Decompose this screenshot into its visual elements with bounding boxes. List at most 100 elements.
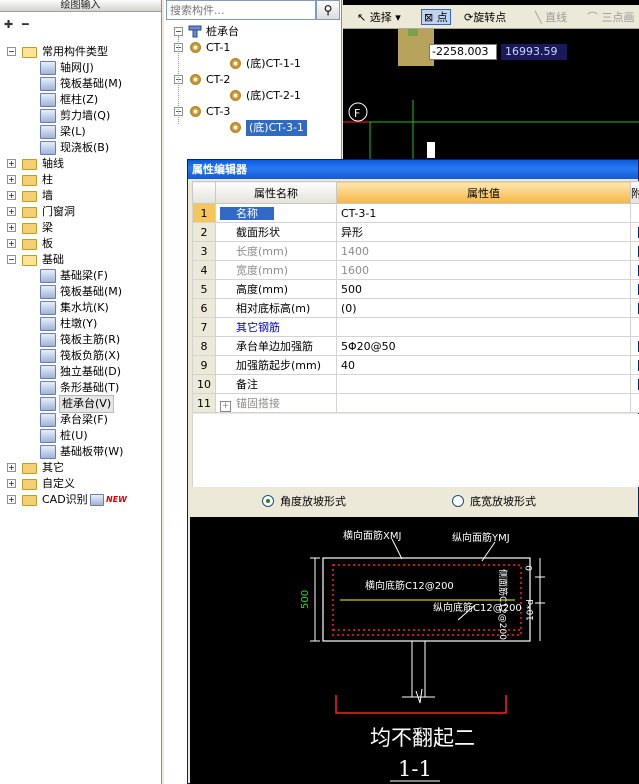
tree-item-18[interactable]: 筏板主筋(R) (0, 332, 160, 348)
property-row[interactable]: 4 宽度(mm) 1600 (192, 260, 639, 280)
tree-item-14[interactable]: 基础梁(F) (0, 268, 160, 284)
component-icon (40, 381, 56, 395)
tree-item-label: 条形基础(T) (60, 381, 120, 394)
property-value-cell[interactable]: 40 (336, 355, 631, 375)
attach-cell[interactable] (630, 374, 639, 394)
collapse-icon[interactable]: − (7, 255, 16, 264)
tree-item-7[interactable]: + 轴线 (0, 156, 160, 172)
property-row[interactable]: 10 备注 (192, 374, 639, 394)
tree-item-4[interactable]: 剪力墙(Q) (0, 108, 160, 124)
tree-item-label: 墙 (42, 189, 53, 202)
property-row[interactable]: 5 高度(mm) 500 (192, 279, 639, 299)
property-row[interactable]: 2 截面形状 异形 (192, 222, 639, 242)
expand-all-icon[interactable]: ✚ (4, 18, 13, 31)
folder-icon (22, 159, 37, 170)
tree-item-11[interactable]: + 梁 (0, 220, 160, 236)
property-value-cell[interactable]: 1400 (336, 241, 631, 261)
property-row[interactable]: 9 加强筋起步(mm) 40 (192, 355, 639, 375)
tree-item-1[interactable]: 轴网(J) (0, 60, 160, 76)
tree-item-19[interactable]: 筏板负筋(X) (0, 348, 160, 364)
search-button[interactable]: ⚲ (316, 0, 340, 20)
attach-cell[interactable] (630, 317, 639, 337)
tree-item-label: 基础 (42, 253, 64, 266)
folder-icon (22, 207, 37, 218)
tree-item-22[interactable]: 桩承台(V) (0, 395, 160, 413)
expand-icon[interactable]: + (7, 159, 16, 168)
property-value-cell[interactable]: 5Φ20@50 (336, 336, 631, 356)
property-value-cell[interactable]: 500 (336, 279, 631, 299)
tree-item-24[interactable]: 桩(U) (0, 428, 160, 444)
row-number: 3 (192, 241, 216, 261)
search-input[interactable] (166, 0, 316, 20)
tree-item-2[interactable]: 筏板基础(M) (0, 76, 160, 92)
select-tool[interactable]: ↖ 选择 ▾ (357, 10, 401, 26)
component-icon (40, 301, 56, 315)
tree-item-label: 框柱(Z) (60, 93, 99, 106)
expand-icon[interactable]: + (7, 463, 16, 472)
three-point-arc-tool[interactable]: ⌒ 三点画 (587, 10, 635, 26)
property-table: 属性名称 属性值 附 1 名称 CT-3-1 2 截面形状 异形 3 长度(mm… (192, 181, 639, 413)
tree-item-12[interactable]: + 板 (0, 236, 160, 252)
expand-icon[interactable]: + (7, 223, 16, 232)
property-value-cell[interactable]: (0) (336, 298, 631, 318)
attach-cell[interactable] (630, 279, 639, 299)
tree-item-13[interactable]: − 基础 (0, 252, 160, 268)
tree-item-20[interactable]: 独立基础(D) (0, 364, 160, 380)
attach-cell[interactable] (630, 241, 639, 261)
tree-item-3[interactable]: 框柱(Z) (0, 92, 160, 108)
attach-cell[interactable] (630, 203, 639, 223)
attach-cell[interactable] (630, 298, 639, 318)
slope-angle-radio[interactable] (262, 495, 274, 507)
tree-item-26[interactable]: + 其它 (0, 460, 160, 476)
component-icon (40, 397, 56, 411)
slope-angle-label[interactable]: 角度放坡形式 (280, 493, 346, 509)
slope-width-label[interactable]: 底宽放坡形式 (470, 493, 536, 509)
rotate-point-tool[interactable]: ⟳旋转点 (464, 10, 506, 26)
attach-cell[interactable] (630, 355, 639, 375)
tree-item-21[interactable]: 条形基础(T) (0, 380, 160, 396)
property-value-cell[interactable]: 异形 (336, 222, 631, 242)
attach-cell[interactable] (630, 222, 639, 242)
collapse-icon[interactable]: − (174, 27, 183, 36)
attach-cell[interactable] (630, 260, 639, 280)
tree-item-9[interactable]: + 墙 (0, 188, 160, 204)
property-row[interactable]: 7 其它钢筋 (192, 317, 639, 337)
property-value-cell[interactable]: 1600 (336, 260, 631, 280)
tree-item-6[interactable]: 现浇板(B) (0, 140, 160, 156)
tree-item-25[interactable]: 基础板带(W) (0, 444, 160, 460)
attach-cell[interactable] (630, 393, 639, 413)
tree-item-10[interactable]: + 门窗洞 (0, 204, 160, 220)
collapse-all-icon[interactable]: ━ (22, 18, 29, 31)
property-row[interactable]: 6 相对底标高(m) (0) (192, 298, 639, 318)
property-row[interactable]: 11 + 锚固搭接 (192, 393, 639, 413)
tree-item-8[interactable]: + 柱 (0, 172, 160, 188)
expand-icon[interactable]: + (7, 175, 16, 184)
collapse-icon[interactable]: − (7, 47, 16, 56)
attach-cell[interactable] (630, 336, 639, 356)
list-item-label: CT-3 (206, 105, 231, 118)
property-value-cell[interactable] (336, 393, 631, 413)
property-value-cell[interactable] (336, 317, 631, 337)
expand-icon[interactable]: + (7, 207, 16, 216)
tree-item-23[interactable]: 承台梁(F) (0, 412, 160, 428)
slope-width-radio[interactable] (452, 495, 464, 507)
property-row[interactable]: 3 长度(mm) 1400 (192, 241, 639, 261)
property-row[interactable]: 1 名称 CT-3-1 (192, 203, 639, 223)
tree-item-5[interactable]: 梁(L) (0, 124, 160, 140)
expand-icon[interactable]: + (7, 239, 16, 248)
property-value-cell[interactable] (336, 374, 631, 394)
coord-x-input[interactable]: -2258.003 (429, 44, 497, 60)
point-tool[interactable]: ⊠ 点 (421, 9, 451, 25)
line-tool[interactable]: ╲ 直线 (535, 10, 567, 26)
tree-item-17[interactable]: 柱墩(Y) (0, 316, 160, 332)
tree-item-15[interactable]: 筏板基础(M) (0, 284, 160, 300)
property-value-cell[interactable]: CT-3-1 (336, 203, 631, 223)
tree-item-label: 梁(L) (60, 125, 86, 138)
tree-item-0[interactable]: − 常用构件类型 (0, 44, 160, 60)
expand-icon[interactable]: + (7, 191, 16, 200)
expand-icon[interactable]: + (220, 400, 231, 412)
tree-item-16[interactable]: 集水坑(K) (0, 300, 160, 316)
tree-item-27[interactable]: + 自定义 (0, 476, 160, 492)
expand-icon[interactable]: + (7, 479, 16, 488)
property-row[interactable]: 8 承台单边加强筋 5Φ20@50 (192, 336, 639, 356)
